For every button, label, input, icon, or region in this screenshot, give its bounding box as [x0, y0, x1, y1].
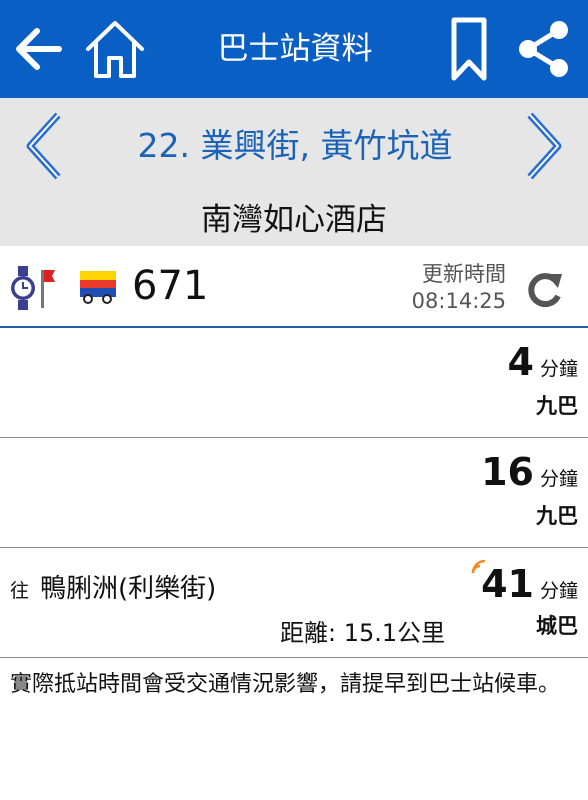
refresh-button[interactable] [522, 268, 566, 312]
alarm-button[interactable] [10, 266, 58, 314]
update-time-label: 更新時間 [422, 262, 506, 286]
next-stop-button[interactable] [516, 110, 572, 182]
chevron-left-icon [26, 112, 61, 180]
previous-stop-button[interactable] [16, 110, 72, 182]
distance: 距離: 15.1公里 [280, 619, 446, 647]
route-number: 671 [132, 263, 209, 309]
refresh-icon [528, 273, 562, 308]
bookmark-button[interactable] [446, 14, 492, 84]
app-bar: 巴士站資料 [0, 0, 588, 98]
eta-time: 16 分鐘 [481, 450, 578, 494]
destination-prefix: 往 [10, 580, 30, 602]
back-button[interactable] [8, 14, 70, 84]
route-header: 671 更新時間 08:14:25 [0, 246, 588, 328]
eta-minutes: 4 [507, 340, 534, 384]
eta-unit: 分鐘 [539, 358, 578, 380]
share-button[interactable] [508, 14, 578, 84]
eta-unit: 分鐘 [539, 468, 578, 490]
stop-selector: 22. 業興街, 黃竹坑道 南灣如心酒店 [0, 98, 588, 246]
update-time: 08:14:25 [411, 289, 506, 313]
chevron-right-icon [527, 112, 562, 180]
eta-minutes: 16 [481, 450, 534, 494]
share-icon [519, 21, 568, 77]
disclaimer-text: 實際抵站時間會受交通情況影響，請提早到巴士站候車。 [10, 672, 561, 697]
bus-company: 九巴 [536, 394, 578, 418]
eta-minutes: 41 [481, 562, 534, 606]
destination: 鴨脷洲(利樂街) [40, 574, 217, 604]
stop-landmark: 南灣如心酒店 [201, 202, 387, 238]
bus-company-logo [79, 270, 117, 308]
eta-row[interactable]: 16 分鐘 九巴 [0, 438, 588, 548]
alarm-clock-flag-icon [11, 266, 55, 310]
bus-company: 九巴 [536, 504, 578, 528]
home-button[interactable] [80, 14, 150, 84]
eta-time: 4 分鐘 [508, 340, 578, 384]
page-title: 巴士站資料 [217, 31, 373, 67]
eta-unit: 分鐘 [539, 580, 578, 602]
eta-row[interactable]: 往 鴨脷洲(利樂街) 距離: 15.1公里 41 分鐘 城巴 [0, 548, 588, 658]
eta-time: 41 分鐘 [481, 562, 578, 606]
bus-company: 城巴 [536, 614, 578, 638]
bookmark-icon [451, 17, 487, 81]
bus-icon [80, 271, 116, 304]
stop-name: 22. 業興街, 黃竹坑道 [137, 126, 453, 165]
arrow-left-icon [16, 28, 62, 70]
home-icon [86, 21, 144, 78]
eta-row[interactable]: 4 分鐘 九巴 [0, 328, 588, 438]
